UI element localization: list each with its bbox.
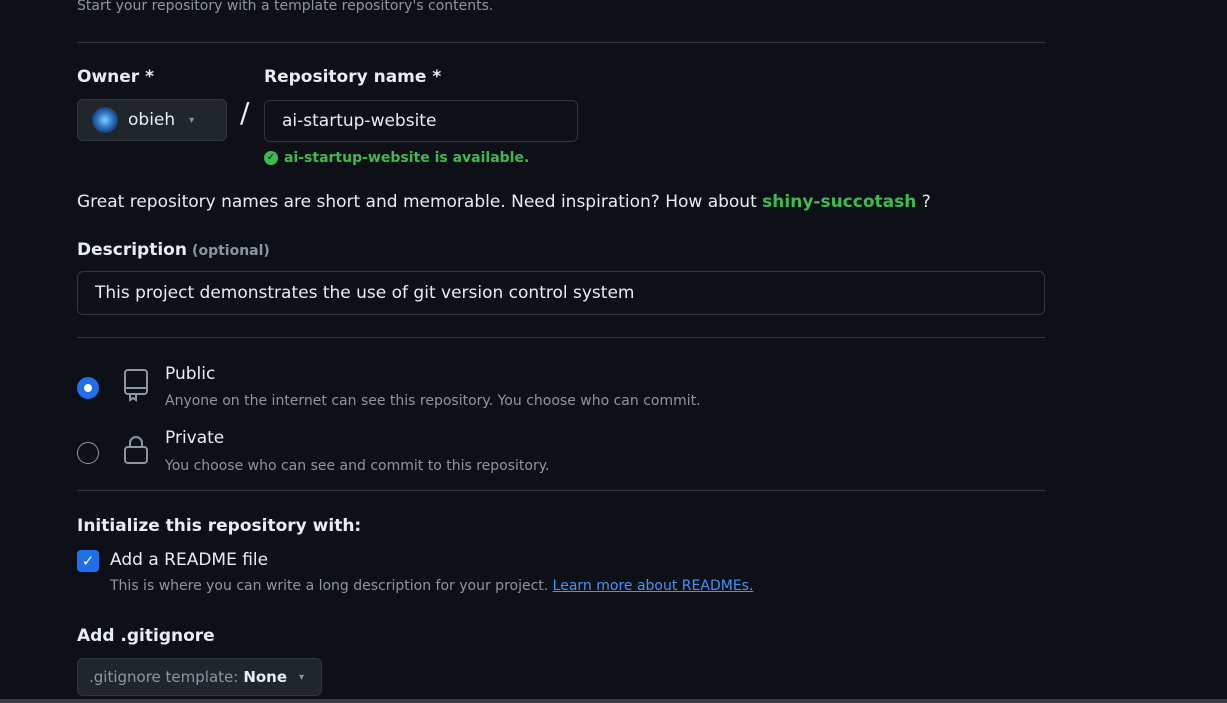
readme-title: Add a README file xyxy=(110,550,269,570)
public-subtitle: Anyone on the internet can see this repo… xyxy=(165,393,701,409)
repository-name-input[interactable] xyxy=(264,100,578,142)
initialize-label: Initialize this repository with: xyxy=(77,516,362,536)
public-radio[interactable] xyxy=(77,377,99,399)
readme-checkbox[interactable]: ✓ xyxy=(77,550,99,572)
section-divider xyxy=(77,490,1045,491)
section-divider xyxy=(77,337,1045,338)
owner-value: obieh xyxy=(128,110,176,130)
avatar xyxy=(92,107,118,133)
availability-message: ✓ ai-startup-website is available. xyxy=(264,150,529,166)
owner-label: Owner * xyxy=(77,67,154,87)
inspiration-suffix: ? xyxy=(921,192,931,212)
gitignore-template-select[interactable]: .gitignore template: None ▾ xyxy=(77,658,322,696)
readme-subtitle: This is where you can write a long descr… xyxy=(110,578,753,594)
private-radio[interactable] xyxy=(77,442,99,464)
public-title: Public xyxy=(165,364,216,384)
check-circle-icon: ✓ xyxy=(264,151,278,165)
owner-select[interactable]: obieh ▾ xyxy=(77,99,227,141)
lock-icon xyxy=(124,436,148,464)
description-label-group: Description (optional) xyxy=(77,240,270,260)
optional-hint: (optional) xyxy=(192,243,270,259)
gitignore-prefix: .gitignore template: xyxy=(89,668,239,686)
repository-name-label: Repository name * xyxy=(264,67,442,87)
availability-text: ai-startup-website is available. xyxy=(284,150,530,166)
private-title: Private xyxy=(165,428,225,448)
gitignore-label: Add .gitignore xyxy=(77,626,215,646)
learn-readmes-link[interactable]: Learn more about READMEs. xyxy=(553,578,754,594)
section-divider xyxy=(77,42,1045,43)
repo-icon xyxy=(124,369,148,402)
owner-repo-separator: / xyxy=(240,96,250,129)
readme-description: This is where you can write a long descr… xyxy=(110,578,549,594)
window-bottom-edge xyxy=(0,699,1227,703)
suggested-name[interactable]: shiny-succotash xyxy=(762,192,916,212)
gitignore-value: None xyxy=(243,668,288,686)
caret-down-icon: ▾ xyxy=(299,671,305,683)
description-label: Description xyxy=(77,240,187,260)
caret-down-icon: ▾ xyxy=(189,114,195,126)
name-inspiration: Great repository names are short and mem… xyxy=(77,192,931,212)
private-subtitle: You choose who can see and commit to thi… xyxy=(165,458,550,474)
description-input[interactable] xyxy=(77,271,1045,315)
create-repository-page: Start your repository with a template re… xyxy=(0,0,1227,703)
inspiration-text: Great repository names are short and mem… xyxy=(77,192,757,212)
template-intro-text: Start your repository with a template re… xyxy=(77,0,494,14)
